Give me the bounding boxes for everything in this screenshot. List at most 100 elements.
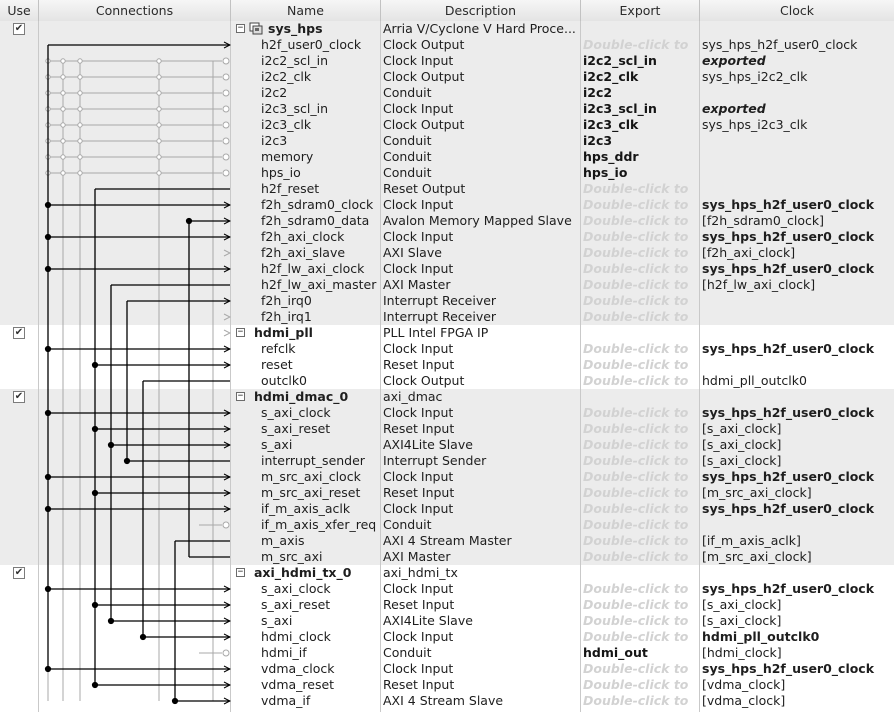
export-cell[interactable]: Double-click to [583,677,698,693]
interface-name[interactable]: hdmi_if [261,645,380,661]
connection-dot[interactable] [77,154,83,160]
connection-dot[interactable] [107,441,115,449]
clock-cell[interactable]: exported [702,101,892,117]
clock-cell[interactable]: [vdma_clock] [702,693,892,709]
connection-dot[interactable] [60,154,66,160]
clock-cell[interactable]: hdmi_pll_outclk0 [702,629,892,645]
interface-name[interactable]: i2c3_scl_in [261,101,380,117]
component-name[interactable]: hdmi_dmac_0 [254,389,380,405]
export-cell[interactable] [583,389,698,405]
connection-dot[interactable] [44,585,52,593]
clock-cell[interactable]: sys_hps_i2c3_clk [702,117,892,133]
export-cell[interactable]: Double-click to [583,213,698,229]
connection-dot[interactable] [60,138,66,144]
collapse-toggle-icon[interactable]: − [236,328,245,337]
interface-name[interactable]: h2f_user0_clock [261,37,380,53]
connection-dot[interactable] [156,138,162,144]
export-cell[interactable]: hdmi_out [583,645,698,661]
export-cell[interactable]: i2c3 [583,133,698,149]
interface-name[interactable]: hdmi_clock [261,629,380,645]
export-cell[interactable]: Double-click to [583,37,698,53]
export-cell[interactable]: Double-click to [583,517,698,533]
connection-dot[interactable] [60,90,66,96]
export-cell[interactable]: i2c3_clk [583,117,698,133]
export-cell[interactable]: Double-click to [583,597,698,613]
clock-cell[interactable]: exported [702,53,892,69]
export-cell[interactable]: Double-click to [583,405,698,421]
column-header-export[interactable]: Export [581,0,700,21]
export-cell[interactable]: Double-click to [583,469,698,485]
connection-dot[interactable] [156,90,162,96]
interface-name[interactable]: m_src_axi_reset [261,485,380,501]
clock-cell[interactable]: hdmi_pll_outclk0 [702,373,892,389]
clock-cell[interactable]: [s_axi_clock] [702,597,892,613]
export-cell[interactable] [583,21,698,37]
clock-cell[interactable] [702,357,892,373]
export-cell[interactable]: Double-click to [583,613,698,629]
clock-cell[interactable] [702,149,892,165]
clock-cell[interactable]: sys_hps_h2f_user0_clock [702,37,892,53]
export-cell[interactable]: hps_ddr [583,149,698,165]
export-cell[interactable]: Double-click to [583,453,698,469]
interface-name[interactable]: if_m_axis_aclk [261,501,380,517]
connection-dot[interactable] [60,106,66,112]
clock-cell[interactable]: sys_hps_i2c2_clk [702,69,892,85]
collapse-toggle-icon[interactable]: − [236,392,245,401]
connection-dot[interactable] [156,74,162,80]
export-cell[interactable]: i2c3_scl_in [583,101,698,117]
export-cell[interactable]: Double-click to [583,309,698,325]
connection-dot[interactable] [44,409,52,417]
interface-name[interactable]: h2f_reset [261,181,380,197]
clock-cell[interactable]: sys_hps_h2f_user0_clock [702,469,892,485]
interface-name[interactable]: i2c2_clk [261,69,380,85]
export-cell[interactable]: Double-click to [583,341,698,357]
interface-name[interactable]: memory [261,149,380,165]
clock-cell[interactable] [702,517,892,533]
connection-dot[interactable] [44,233,52,241]
clock-cell[interactable]: [h2f_lw_axi_clock] [702,277,892,293]
interface-name[interactable]: s_axi_reset [261,421,380,437]
connection-dot[interactable] [44,201,52,209]
connection-dot[interactable] [156,106,162,112]
connection-dot[interactable] [44,265,52,273]
interface-name[interactable]: if_m_axis_xfer_req [261,517,380,533]
export-cell[interactable]: Double-click to [583,421,698,437]
interface-name[interactable]: f2h_irq0 [261,293,380,309]
clock-cell[interactable]: [s_axi_clock] [702,421,892,437]
export-cell[interactable]: Double-click to [583,293,698,309]
interface-name[interactable]: s_axi_clock [261,405,380,421]
connection-dot[interactable] [91,489,99,497]
component-name[interactable]: axi_hdmi_tx_0 [254,565,380,581]
interface-name[interactable]: interrupt_sender [261,453,380,469]
connection-matrix[interactable] [39,21,231,712]
connection-dot[interactable] [156,58,162,64]
interface-name[interactable]: s_axi [261,437,380,453]
export-cell[interactable]: Double-click to [583,533,698,549]
export-cell[interactable]: i2c2_scl_in [583,53,698,69]
export-cell[interactable]: i2c2_clk [583,69,698,85]
interface-name[interactable]: s_axi [261,613,380,629]
use-checkbox[interactable]: ✔ [13,327,25,339]
collapse-toggle-icon[interactable]: − [236,24,245,33]
interface-name[interactable]: m_src_axi [261,549,380,565]
connection-dot[interactable] [60,170,66,176]
interface-name[interactable]: s_axi_reset [261,597,380,613]
connection-dot[interactable] [123,457,131,465]
connection-dot[interactable] [91,361,99,369]
export-cell[interactable]: Double-click to [583,277,698,293]
clock-cell[interactable]: [f2h_sdram0_clock] [702,213,892,229]
interface-name[interactable]: i2c3_clk [261,117,380,133]
use-checkbox[interactable]: ✔ [13,23,25,35]
clock-cell[interactable]: [s_axi_clock] [702,613,892,629]
export-cell[interactable]: Double-click to [583,261,698,277]
column-header-clock[interactable]: Clock [700,0,894,21]
connection-dot[interactable] [44,665,52,673]
connection-dot[interactable] [77,106,83,112]
export-cell[interactable]: Double-click to [583,197,698,213]
interface-name[interactable]: hps_io [261,165,380,181]
clock-cell[interactable]: sys_hps_h2f_user0_clock [702,405,892,421]
connection-dot[interactable] [77,90,83,96]
connection-dot[interactable] [107,617,115,625]
clock-cell[interactable]: sys_hps_h2f_user0_clock [702,501,892,517]
export-cell[interactable]: Double-click to [583,485,698,501]
